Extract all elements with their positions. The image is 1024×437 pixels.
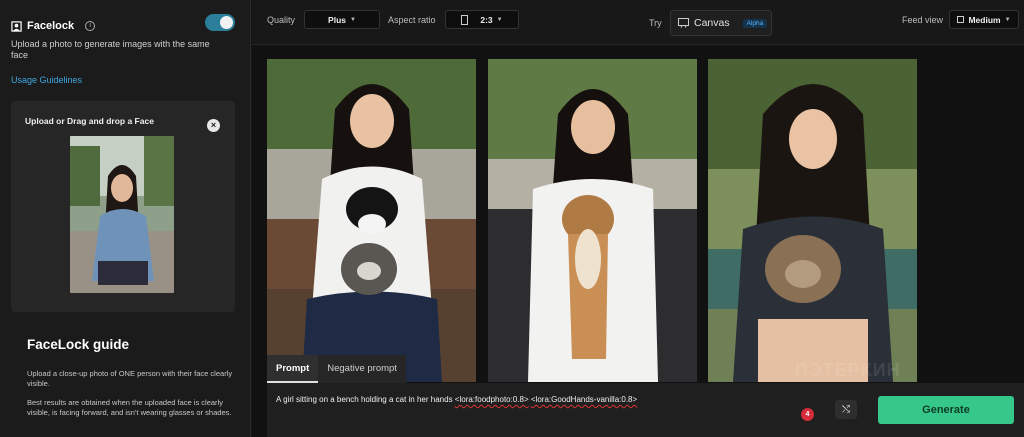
guide-paragraph-1: Upload a close-up photo of ONE person wi… <box>27 369 233 388</box>
prompt-main-text: A girl sitting on a bench holding a cat … <box>276 395 455 404</box>
tab-negative-prompt[interactable]: Negative prompt <box>318 355 406 383</box>
facelock-guide-title: FaceLock guide <box>27 337 130 352</box>
try-label: Try <box>649 18 662 28</box>
aspect-ratio-label: Aspect ratio <box>388 15 436 25</box>
shuffle-icon[interactable]: ⤭ <box>835 400 857 419</box>
chevron-down-icon: ▼ <box>350 16 356 23</box>
face-icon <box>11 20 22 32</box>
facelock-title: Facelock <box>27 20 75 32</box>
quality-select[interactable]: Plus ▼ <box>304 10 380 29</box>
prompt-input[interactable]: A girl sitting on a bench holding a cat … <box>276 395 637 404</box>
facelock-sidebar: Facelock i Upload a photo to generate im… <box>0 0 251 437</box>
canvas-icon <box>678 18 689 28</box>
lora-tag-foodphoto: <lora:foodphoto:0.8> <box>454 395 529 404</box>
uploaded-face-thumbnail <box>70 136 174 293</box>
top-toolbar: Quality Plus ▼ Aspect ratio 2:3 ▼ Try Ca… <box>252 0 1024 45</box>
prompt-tabs: Prompt Negative prompt <box>267 355 406 383</box>
feed-view-select[interactable]: Medium ▼ <box>949 10 1019 29</box>
facelock-header: Facelock i <box>11 20 96 32</box>
portrait-ratio-icon <box>461 14 469 25</box>
watermark: ПЭТЕРКИН <box>795 360 901 380</box>
usage-guidelines-link[interactable]: Usage Guidelines <box>11 75 82 85</box>
guide-paragraph-2: Best results are obtained when the uploa… <box>27 398 232 417</box>
quality-value: Plus <box>328 14 346 25</box>
chevron-down-icon: ▼ <box>1004 16 1011 23</box>
prompt-panel: A girl sitting on a bench holding a cat … <box>267 383 1024 437</box>
face-upload-dropzone[interactable]: Upload or Drag and drop a Face × <box>11 101 235 312</box>
canvas-button[interactable]: Canvas Alpha <box>670 10 772 36</box>
generated-image-3[interactable] <box>708 59 917 382</box>
image-count-badge[interactable]: 4 <box>801 408 814 421</box>
feed-view-label: Feed view <box>902 15 944 25</box>
upload-title: Upload or Drag and drop a Face <box>25 116 154 126</box>
aspect-ratio-value: 2:3 <box>480 14 493 25</box>
info-icon[interactable]: i <box>85 21 96 31</box>
generated-image-1[interactable] <box>267 59 476 382</box>
generated-image-2[interactable] <box>488 59 697 382</box>
chevron-down-icon: ▼ <box>496 16 503 23</box>
alpha-badge: Alpha <box>742 18 768 28</box>
lora-tag-goodhands: <lora:GoodHands-vanilla:0.8> <box>530 395 638 404</box>
tab-prompt[interactable]: Prompt <box>267 355 319 383</box>
feed-view-value: Medium <box>968 14 1001 25</box>
facelock-toggle[interactable] <box>205 14 235 31</box>
canvas-label: Canvas <box>694 17 730 29</box>
close-icon[interactable]: × <box>207 119 220 132</box>
quality-label: Quality <box>267 15 296 25</box>
facelock-description: Upload a photo to generate images with t… <box>11 39 210 60</box>
aspect-ratio-select[interactable]: 2:3 ▼ <box>445 10 519 29</box>
square-view-icon <box>957 16 965 23</box>
generate-button[interactable]: Generate <box>878 396 1014 424</box>
